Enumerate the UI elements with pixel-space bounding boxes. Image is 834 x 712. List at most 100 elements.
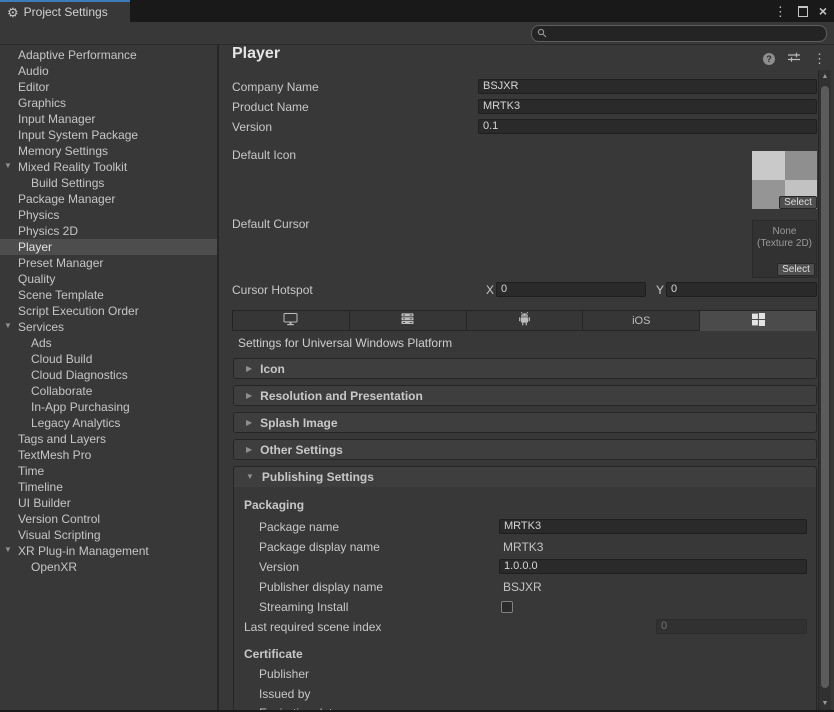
sidebar-item-cloud-diagnostics[interactable]: Cloud Diagnostics xyxy=(0,367,217,383)
company-name-label: Company Name xyxy=(232,79,319,95)
default-cursor-object-field[interactable]: None (Texture 2D) Select xyxy=(752,220,817,278)
sidebar-item-build-settings[interactable]: Build Settings xyxy=(0,175,217,191)
sidebar-item-input-manager[interactable]: Input Manager xyxy=(0,111,217,127)
package-name-field[interactable]: MRTK3 xyxy=(499,519,807,534)
sidebar-item-scene-template[interactable]: Scene Template xyxy=(0,287,217,303)
sidebar-item-label: Memory Settings xyxy=(0,144,108,158)
sidebar-item-label: UI Builder xyxy=(0,496,71,510)
sidebar-item-label: Ads xyxy=(0,336,52,350)
section-other-settings[interactable]: ▶Other Settings xyxy=(233,439,817,460)
default-cursor-value-line2: (Texture 2D) xyxy=(753,238,816,250)
sidebar-item-label: Visual Scripting xyxy=(0,528,101,542)
last-required-scene-index-label: Last required scene index xyxy=(244,619,381,635)
sidebar-item-label: Package Manager xyxy=(0,192,115,206)
default-cursor-select-button[interactable]: Select xyxy=(777,263,815,276)
version-label: Version xyxy=(232,119,272,135)
product-name-field[interactable]: MRTK3 xyxy=(478,99,817,114)
sidebar-item-mixed-reality-toolkit[interactable]: ▼Mixed Reality Toolkit xyxy=(0,159,217,175)
publishing-version-field[interactable]: 1.0.0.0 xyxy=(499,559,807,574)
search-input[interactable] xyxy=(550,27,805,40)
sidebar-item-time[interactable]: Time xyxy=(0,463,217,479)
company-name-field[interactable]: BSJXR xyxy=(478,79,817,94)
sidebar-item-label: Editor xyxy=(0,80,49,94)
platform-tab-ios[interactable]: iOS xyxy=(583,310,700,331)
foldout-open-icon[interactable]: ▼ xyxy=(4,322,12,330)
section-resolution-and-presentation[interactable]: ▶Resolution and Presentation xyxy=(233,385,817,406)
sidebar-item-quality[interactable]: Quality xyxy=(0,271,217,287)
section-title: Other Settings xyxy=(260,443,343,457)
sidebar-item-ads[interactable]: Ads xyxy=(0,335,217,351)
section-title: Splash Image xyxy=(260,416,337,430)
sidebar-item-editor[interactable]: Editor xyxy=(0,79,217,95)
package-display-name-value: MRTK3 xyxy=(503,539,543,555)
cursor-hotspot-y-field[interactable]: 0 xyxy=(666,282,817,297)
platform-tab-android[interactable] xyxy=(467,310,584,331)
settings-toolbar xyxy=(0,22,834,45)
sidebar-item-textmesh-pro[interactable]: TextMesh Pro xyxy=(0,447,217,463)
certificate-header: Certificate xyxy=(244,646,303,662)
sidebar-item-label: Physics xyxy=(0,208,59,222)
section-title: Resolution and Presentation xyxy=(260,389,423,403)
sidebar-item-physics-2d[interactable]: Physics 2D xyxy=(0,223,217,239)
tab-project-settings[interactable]: ⚙ Project Settings xyxy=(0,0,130,22)
default-icon-select-button[interactable]: Select xyxy=(779,196,817,209)
sidebar-item-package-manager[interactable]: Package Manager xyxy=(0,191,217,207)
sidebar-item-script-execution-order[interactable]: Script Execution Order xyxy=(0,303,217,319)
sidebar-item-cloud-build[interactable]: Cloud Build xyxy=(0,351,217,367)
section-splash-image[interactable]: ▶Splash Image xyxy=(233,412,817,433)
sidebar-item-label: Build Settings xyxy=(0,176,104,190)
kebab-menu-icon[interactable]: ⋮ xyxy=(813,52,826,65)
settings-sidebar: Adaptive PerformanceAudioEditorGraphicsI… xyxy=(0,45,219,710)
close-icon[interactable]: × xyxy=(819,4,827,18)
platform-tab-server[interactable] xyxy=(350,310,467,331)
cursor-hotspot-label: Cursor Hotspot xyxy=(232,282,313,298)
section-icon[interactable]: ▶Icon xyxy=(233,358,817,379)
sidebar-item-label: Time xyxy=(0,464,44,478)
sidebar-item-label: Collaborate xyxy=(0,384,92,398)
sidebar-item-tags-and-layers[interactable]: Tags and Layers xyxy=(0,431,217,447)
platform-tab-desktop[interactable] xyxy=(232,310,350,331)
default-icon-thumbnail[interactable]: Select xyxy=(752,151,817,209)
sidebar-item-adaptive-performance[interactable]: Adaptive Performance xyxy=(0,47,217,63)
scroll-down-icon[interactable]: ▼ xyxy=(819,700,831,707)
cursor-hotspot-x-field[interactable]: 0 xyxy=(496,282,646,297)
sidebar-item-graphics[interactable]: Graphics xyxy=(0,95,217,111)
platform-caption: Settings for Universal Windows Platform xyxy=(238,336,452,350)
sidebar-item-label: Tags and Layers xyxy=(0,432,106,446)
foldout-open-icon[interactable]: ▼ xyxy=(4,162,12,170)
sidebar-item-openxr[interactable]: OpenXR xyxy=(0,559,217,575)
help-icon[interactable]: ? xyxy=(763,53,775,65)
kebab-menu-icon[interactable]: ⋮ xyxy=(774,5,787,18)
publishing-settings-header[interactable]: ▼ Publishing Settings xyxy=(234,467,816,487)
sidebar-item-physics[interactable]: Physics xyxy=(0,207,217,223)
presets-icon[interactable] xyxy=(787,51,801,66)
sidebar-item-legacy-analytics[interactable]: Legacy Analytics xyxy=(0,415,217,431)
sidebar-item-in-app-purchasing[interactable]: In-App Purchasing xyxy=(0,399,217,415)
sidebar-item-label: Audio xyxy=(0,64,49,78)
sidebar-item-player[interactable]: Player xyxy=(0,239,217,255)
sidebar-item-label: Cloud Build xyxy=(0,352,92,366)
maximize-icon[interactable] xyxy=(798,6,808,17)
sidebar-item-audio[interactable]: Audio xyxy=(0,63,217,79)
search-box[interactable] xyxy=(531,25,827,42)
scrollbar-thumb[interactable] xyxy=(821,86,829,688)
version-field[interactable]: 0.1 xyxy=(478,119,817,134)
vertical-scrollbar[interactable]: ▲ ▼ xyxy=(818,70,831,710)
platform-tab-windows[interactable] xyxy=(700,310,817,331)
foldout-open-icon[interactable]: ▼ xyxy=(4,546,12,554)
sidebar-item-collaborate[interactable]: Collaborate xyxy=(0,383,217,399)
sidebar-item-timeline[interactable]: Timeline xyxy=(0,479,217,495)
sidebar-item-label: Input Manager xyxy=(0,112,95,126)
sidebar-item-label: TextMesh Pro xyxy=(0,448,91,462)
sidebar-item-ui-builder[interactable]: UI Builder xyxy=(0,495,217,511)
sidebar-item-xr-plug-in-management[interactable]: ▼XR Plug-in Management xyxy=(0,543,217,559)
sidebar-item-input-system-package[interactable]: Input System Package xyxy=(0,127,217,143)
streaming-install-checkbox[interactable] xyxy=(501,601,513,613)
scroll-up-icon[interactable]: ▲ xyxy=(819,73,831,80)
sidebar-item-version-control[interactable]: Version Control xyxy=(0,511,217,527)
publishing-settings-title: Publishing Settings xyxy=(262,470,374,484)
sidebar-item-preset-manager[interactable]: Preset Manager xyxy=(0,255,217,271)
sidebar-item-visual-scripting[interactable]: Visual Scripting xyxy=(0,527,217,543)
sidebar-item-memory-settings[interactable]: Memory Settings xyxy=(0,143,217,159)
sidebar-item-services[interactable]: ▼Services xyxy=(0,319,217,335)
